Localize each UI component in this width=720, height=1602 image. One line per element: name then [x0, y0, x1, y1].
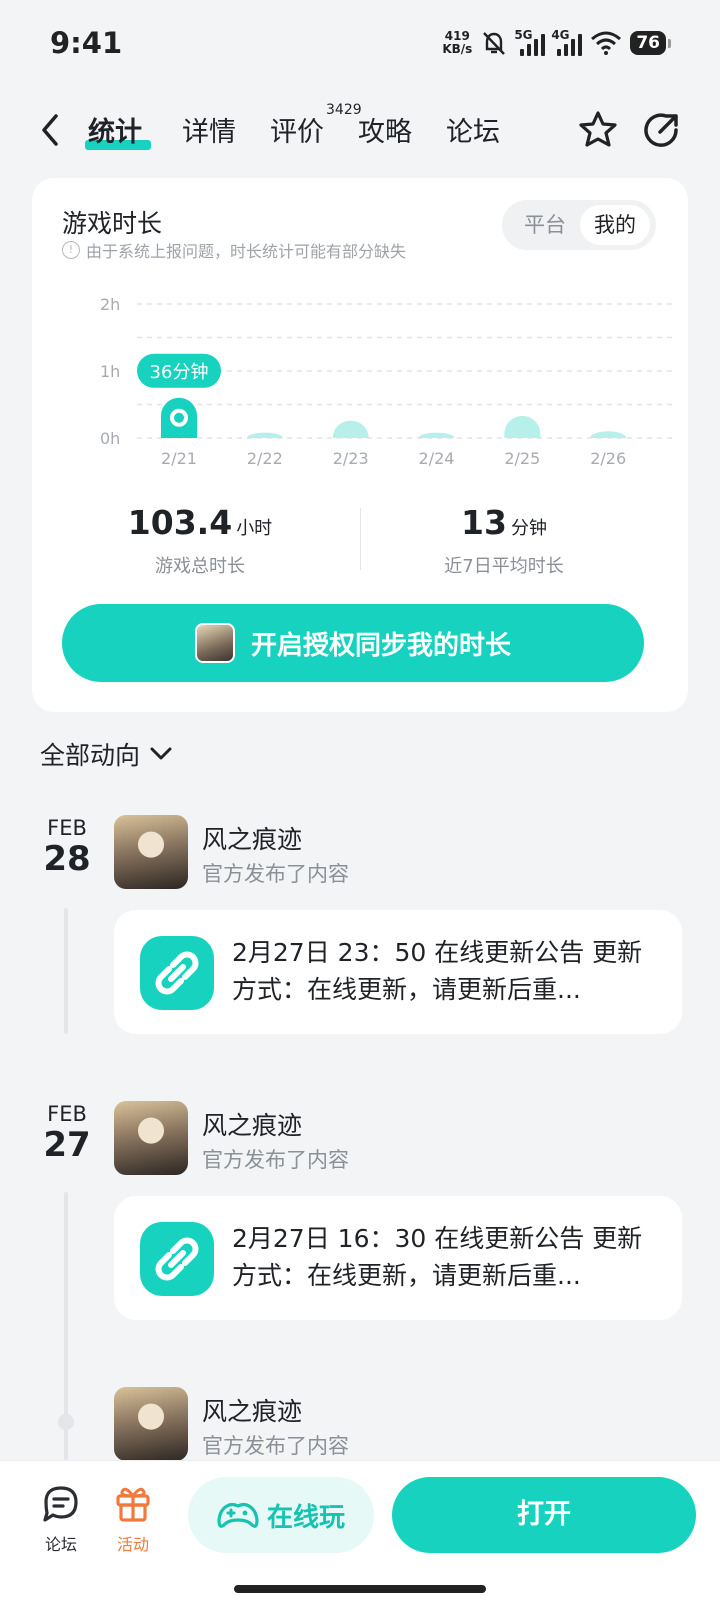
game-avatar[interactable] — [114, 815, 188, 889]
avg-stat: 13 分钟 近7日平均时长 — [424, 503, 584, 578]
stat-divider — [360, 508, 361, 570]
forum-chat-icon — [43, 1486, 78, 1522]
chart-y-tick: 1h — [100, 362, 120, 381]
chart-bar[interactable] — [418, 432, 455, 438]
status-time: 9:41 — [50, 26, 123, 60]
timeline-line — [64, 908, 68, 1034]
total-label: 游戏总时长 — [155, 556, 245, 577]
card-title: 游戏时长 — [62, 209, 163, 238]
play-online-label: 在线玩 — [266, 1502, 345, 1533]
tab-details[interactable]: 详情 — [182, 110, 236, 149]
battery-icon: 76 — [630, 31, 671, 55]
info-icon: ! — [62, 241, 80, 259]
chart-x-tick: 2/22 — [247, 449, 283, 468]
mute-bell-icon — [483, 32, 506, 55]
total-unit: 小时 — [236, 518, 273, 539]
source-toggle: 平台 我的 — [502, 200, 656, 250]
signal1-label: 5G — [514, 28, 533, 42]
entry-day: 28 — [43, 839, 91, 879]
review-count-badge: 3429 — [326, 102, 362, 118]
chart-y-tick: 0h — [100, 429, 120, 448]
link-icon — [140, 1222, 214, 1296]
feed-filter-label: 全部动向 — [40, 741, 141, 770]
entry-date: FEB 28 — [40, 816, 94, 878]
tab-forum[interactable]: 论坛 — [446, 110, 500, 149]
top-nav: 统计 详情 评价 3429 攻略 论坛 — [0, 100, 720, 160]
open-game-button[interactable]: 打开 — [392, 1477, 696, 1553]
net-speed: 419 KB/s — [442, 30, 472, 56]
chart-x-tick: 2/25 — [504, 449, 540, 468]
game-icon-small — [194, 623, 235, 663]
chevron-down-icon — [150, 747, 172, 760]
avg-unit: 分钟 — [510, 518, 547, 539]
status-bar: 9:41 419 KB/s 5G 4G 76 — [0, 0, 720, 86]
avg-value: 13 — [461, 503, 507, 542]
tab-reviews[interactable]: 评价 — [270, 110, 324, 149]
gamepad-icon — [217, 1502, 259, 1528]
avg-label: 近7日平均时长 — [444, 556, 564, 577]
forum-tab[interactable]: 论坛 — [36, 1483, 86, 1555]
chart-x-tick: 2/24 — [419, 449, 455, 468]
chart-x-tick: 2/21 — [161, 449, 197, 468]
entry-day: 27 — [43, 1125, 91, 1165]
signal2-label: 4G — [551, 28, 570, 42]
total-value: 103.4 — [127, 503, 233, 542]
activity-tab[interactable]: 活动 — [108, 1483, 158, 1555]
entry-month: FEB — [47, 1102, 87, 1126]
game-name[interactable]: 风之痕迹 — [202, 1392, 302, 1428]
entry-month: FEB — [47, 816, 87, 840]
card-note: ! 由于系统上报问题，时长统计可能有部分缺失 — [62, 238, 406, 262]
chart-x-tick: 2/23 — [333, 449, 369, 468]
entry-date: FEB 27 — [40, 1102, 94, 1164]
signal-icon-2: 4G — [551, 28, 583, 56]
game-avatar[interactable] — [114, 1101, 188, 1175]
post-card[interactable]: 2月27日 16：30 在线更新公告 更新方式：在线更新，请更新后重... — [114, 1196, 682, 1320]
favorite-star-icon[interactable] — [576, 108, 620, 152]
net-speed-unit: KB/s — [442, 42, 473, 56]
toggle-platform[interactable]: 平台 — [510, 205, 580, 245]
back-icon[interactable] — [36, 112, 66, 148]
bottom-action-bar: 论坛 活动 在线玩 打开 — [0, 1460, 720, 1602]
post-text: 2月27日 23：50 在线更新公告 更新方式：在线更新，请更新后重... — [232, 938, 643, 1004]
game-name[interactable]: 风之痕迹 — [202, 820, 302, 856]
activity-tab-label: 活动 — [116, 1535, 149, 1554]
chart-bar[interactable] — [504, 415, 541, 438]
chart-bar[interactable] — [246, 432, 283, 438]
tab-stats[interactable]: 统计 — [88, 110, 142, 149]
link-icon — [140, 936, 214, 1010]
game-avatar[interactable] — [114, 1387, 188, 1461]
chart-bar[interactable] — [590, 431, 627, 438]
wifi-icon — [591, 31, 622, 55]
chart-y-tick: 2h — [100, 295, 120, 314]
playtime-chart: 0h1h2h36分钟2/212/222/232/242/252/262/27 — [100, 295, 672, 468]
entry-subtitle: 官方发布了内容 — [202, 1148, 349, 1172]
status-icons: 419 KB/s 5G 4G 76 — [442, 26, 671, 60]
timeline-dot — [58, 1414, 74, 1430]
game-name[interactable]: 风之痕迹 — [202, 1106, 302, 1142]
card-note-text: 由于系统上报问题，时长统计可能有部分缺失 — [86, 242, 407, 261]
gift-icon — [116, 1487, 150, 1522]
play-online-button[interactable]: 在线玩 — [188, 1477, 374, 1553]
feed-filter-dropdown[interactable]: 全部动向 — [40, 736, 172, 772]
toggle-mine[interactable]: 我的 — [580, 205, 650, 245]
forum-tab-label: 论坛 — [44, 1535, 77, 1554]
chart-bar[interactable] — [332, 420, 369, 438]
signal-icon: 5G — [514, 28, 546, 56]
sync-auth-button[interactable]: 开启授权同步我的时长 — [62, 604, 644, 682]
post-card[interactable]: 2月27日 23：50 在线更新公告 更新方式：在线更新，请更新后重... — [114, 910, 682, 1034]
entry-subtitle: 官方发布了内容 — [202, 862, 349, 886]
post-text: 2月27日 16：30 在线更新公告 更新方式：在线更新，请更新后重... — [232, 1224, 643, 1290]
total-stat: 103.4 小时 游戏总时长 — [120, 503, 280, 578]
chart-bar[interactable] — [161, 397, 197, 438]
home-indicator — [234, 1585, 486, 1593]
share-icon[interactable] — [640, 108, 684, 152]
chart-x-tick: 2/26 — [590, 449, 626, 468]
sync-auth-label: 开启授权同步我的时长 — [250, 630, 511, 661]
tab-guides[interactable]: 攻略 — [358, 110, 412, 149]
playtime-card: 游戏时长 ! 由于系统上报问题，时长统计可能有部分缺失 平台 我的 0h 1h 2h… — [32, 178, 688, 712]
entry-subtitle: 官方发布了内容 — [202, 1434, 349, 1458]
chart-tooltip-label: 36分钟 — [150, 362, 209, 383]
